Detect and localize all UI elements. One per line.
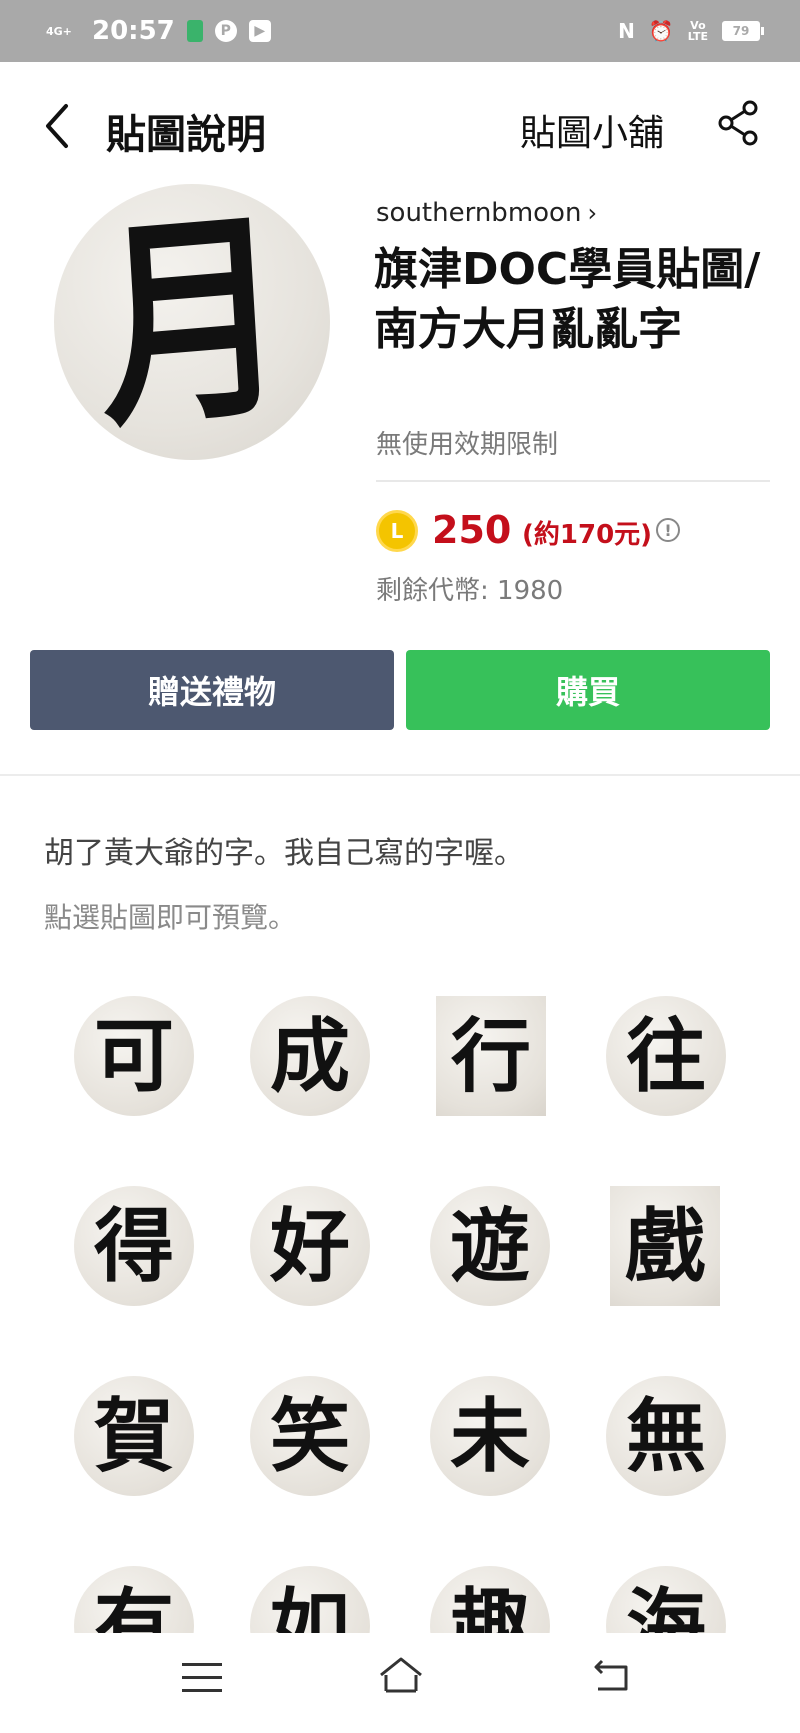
volte-indicator: Vo LTE	[687, 19, 708, 43]
sticker-grid: 可 成 行 往 得 好 遊 戲 賀 笑 未 無 有 如 趣 海	[50, 980, 750, 1640]
page-title: 貼圖說明	[106, 112, 266, 158]
chevron-right-icon: ›	[587, 199, 598, 227]
sticker-character: 遊	[450, 1199, 530, 1293]
sticker-character: 好	[270, 1199, 350, 1293]
validity-note: 無使用效期限制	[376, 430, 559, 460]
nfc-icon: N	[618, 19, 635, 43]
sticker-character: 可	[94, 1009, 174, 1103]
line-coin-icon: L	[376, 510, 418, 552]
sticker-pack-title: 旗津DOC學員貼圖/南方大月亂亂字	[374, 244, 761, 355]
app-notification-icon	[186, 20, 203, 42]
sticker-item[interactable]: 趣	[430, 1566, 550, 1640]
sticker-pack-cover: 月	[54, 184, 330, 460]
price: 250	[432, 508, 512, 552]
sticker-character: 海	[626, 1579, 706, 1640]
buy-button[interactable]: 購買	[406, 650, 770, 730]
home-icon[interactable]	[378, 1655, 424, 1695]
back-arrow-icon[interactable]	[40, 100, 76, 152]
section-divider	[0, 774, 800, 776]
menu-icon[interactable]	[182, 1663, 222, 1695]
alarm-icon: ⏰	[648, 19, 674, 43]
parking-app-icon: P	[214, 20, 237, 42]
preview-hint: 點選貼圖即可預覽。	[44, 901, 297, 934]
sticker-item[interactable]: 得	[74, 1186, 194, 1306]
sticker-character: 未	[450, 1389, 530, 1483]
sticker-character: 如	[270, 1579, 350, 1640]
sticker-character: 笑	[270, 1389, 350, 1483]
share-icon[interactable]	[716, 98, 760, 148]
sticker-character: 往	[626, 1009, 706, 1103]
sticker-character: 無	[626, 1389, 706, 1483]
sticker-item[interactable]: 無	[606, 1376, 726, 1496]
status-time: 20:57	[92, 16, 175, 46]
sticker-character: 成	[270, 1009, 350, 1103]
price-approx: (約170元)	[522, 520, 653, 550]
sticker-character: 賀	[94, 1389, 174, 1483]
sticker-item[interactable]: 成	[250, 996, 370, 1116]
sticker-item[interactable]: 好	[250, 1186, 370, 1306]
sticker-item[interactable]: 行	[436, 996, 546, 1116]
sticker-item[interactable]: 賀	[74, 1376, 194, 1496]
sticker-item[interactable]: 海	[606, 1566, 726, 1640]
send-gift-button[interactable]: 贈送禮物	[30, 650, 394, 730]
remaining-coins: 剩餘代幣: 1980	[376, 576, 564, 606]
back-icon[interactable]	[592, 1657, 632, 1693]
sticker-item[interactable]: 遊	[430, 1186, 550, 1306]
top-header: 貼圖說明 貼圖小舖	[0, 62, 800, 192]
youtube-icon: ▶	[248, 20, 271, 42]
sticker-item[interactable]: 可	[74, 996, 194, 1116]
author-name: southernbmoon	[376, 198, 582, 228]
sticker-character: 戲	[625, 1199, 705, 1293]
sticker-item[interactable]: 笑	[250, 1376, 370, 1496]
divider	[376, 480, 770, 482]
sticker-character: 有	[94, 1579, 174, 1640]
author-link[interactable]: southernbmoon ›	[376, 198, 597, 228]
sticker-character: 行	[451, 1009, 531, 1103]
sticker-item[interactable]: 未	[430, 1376, 550, 1496]
cover-character: 月	[91, 184, 293, 459]
sticker-character: 趣	[450, 1579, 530, 1640]
signal-indicator: 4G+	[46, 24, 72, 38]
sticker-character: 得	[94, 1199, 174, 1293]
info-icon[interactable]: !	[656, 518, 680, 542]
sticker-item[interactable]: 往	[606, 996, 726, 1116]
status-bar: 4G+ 20:57 P ▶ N ⏰ Vo LTE 79	[0, 0, 800, 62]
sticker-item[interactable]: 如	[250, 1566, 370, 1640]
sticker-shop-link[interactable]: 貼圖小舖	[520, 104, 664, 156]
system-navigation-bar	[0, 1633, 800, 1733]
pack-description: 胡了黃大爺的字。我自己寫的字喔。	[44, 836, 524, 871]
sticker-item[interactable]: 有	[74, 1566, 194, 1640]
battery-icon: 79	[722, 21, 764, 41]
sticker-item[interactable]: 戲	[610, 1186, 720, 1306]
